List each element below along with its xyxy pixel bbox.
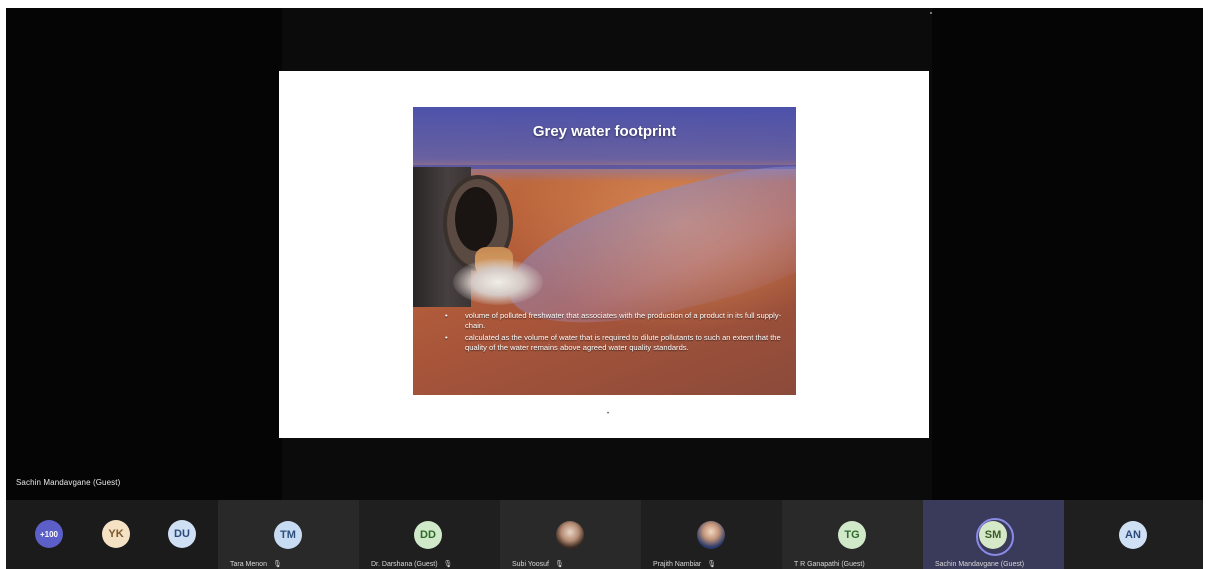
participant-avatar-du[interactable]: DU	[168, 520, 196, 548]
participant-name: T R Ganapathi (Guest)	[794, 561, 865, 568]
pipe-opening	[455, 187, 497, 251]
participant-name: Subi Yoosuf	[512, 560, 549, 568]
participant-avatar: DD	[414, 521, 442, 549]
participant-strip: +100 YK DU TM Tara Menon 🎙 DD Dr. Darsha…	[6, 500, 1203, 569]
participant-avatar-yk[interactable]: YK	[102, 520, 130, 548]
bullet-dot: •	[445, 311, 448, 320]
participant-name-row: Sachin Mandavgane (Guest)	[935, 561, 1024, 568]
participant-name-row: Subi Yoosuf 🎙	[512, 560, 564, 569]
microphone-icon: 🎙	[554, 561, 564, 568]
participant-name-row: Prajith Nambiar 🎙	[653, 560, 717, 569]
participant-tile-tr-ganapathi[interactable]: TG T R Ganapathi (Guest)	[782, 500, 923, 569]
participant-name-row: T R Ganapathi (Guest)	[794, 561, 865, 568]
overflow-participants-button[interactable]: +100	[35, 520, 63, 548]
bullet-item: • volume of polluted freshwater that ass…	[443, 311, 788, 330]
slide-bullets: • volume of polluted freshwater that ass…	[443, 311, 788, 355]
bullet-item: • calculated as the volume of water that…	[443, 333, 788, 352]
bullet-text: calculated as the volume of water that i…	[465, 333, 781, 352]
participant-name: Prajith Nambiar	[653, 560, 702, 568]
participant-avatar: TG	[838, 521, 866, 549]
foam	[453, 259, 543, 305]
participant-avatar: SM	[979, 521, 1007, 549]
slide-page-mark: •	[607, 411, 610, 417]
participant-name-row: Tara Menon 🎙	[230, 560, 282, 569]
bullet-dot: •	[445, 333, 448, 343]
participant-name-row: Dr. Darshana (Guest) 🎙	[371, 560, 453, 569]
participant-avatar: TM	[274, 521, 302, 549]
participant-tile-tara-menon[interactable]: TM Tara Menon 🎙	[218, 500, 359, 569]
shared-slide: Grey water footprint • volume of pollute…	[279, 71, 929, 438]
slide-title: Grey water footprint	[532, 123, 677, 140]
microphone-icon: 🎙	[443, 561, 453, 568]
slide-photo: Grey water footprint • volume of pollute…	[413, 107, 796, 395]
microphone-icon: 🎙	[707, 561, 717, 568]
stage-speck	[930, 12, 932, 14]
participant-name: Sachin Mandavgane (Guest)	[935, 561, 1025, 568]
participant-tile-an[interactable]: AN	[1064, 500, 1203, 569]
bullet-text: volume of polluted freshwater that assoc…	[465, 311, 782, 330]
participant-name: Dr. Darshana (Guest)	[371, 560, 438, 568]
microphone-icon: 🎙	[272, 561, 282, 568]
participant-tile-subi-yoosuf[interactable]: Subi Yoosuf 🎙	[500, 500, 641, 569]
main-stage: Grey water footprint • volume of pollute…	[6, 8, 1203, 500]
participant-tile-dr-darshana[interactable]: DD Dr. Darshana (Guest) 🎙	[359, 500, 500, 569]
participant-photo	[556, 521, 584, 549]
presenter-name-label: Sachin Mandavgane (Guest)	[16, 478, 121, 487]
participant-tile-prajith-nambiar[interactable]: Prajith Nambiar 🎙	[641, 500, 782, 569]
participant-name: Tara Menon	[230, 560, 267, 568]
participant-avatar: AN	[1119, 521, 1147, 549]
participant-tile-sachin-mandavgane[interactable]: SM Sachin Mandavgane (Guest)	[923, 500, 1064, 569]
participant-photo	[697, 521, 725, 549]
